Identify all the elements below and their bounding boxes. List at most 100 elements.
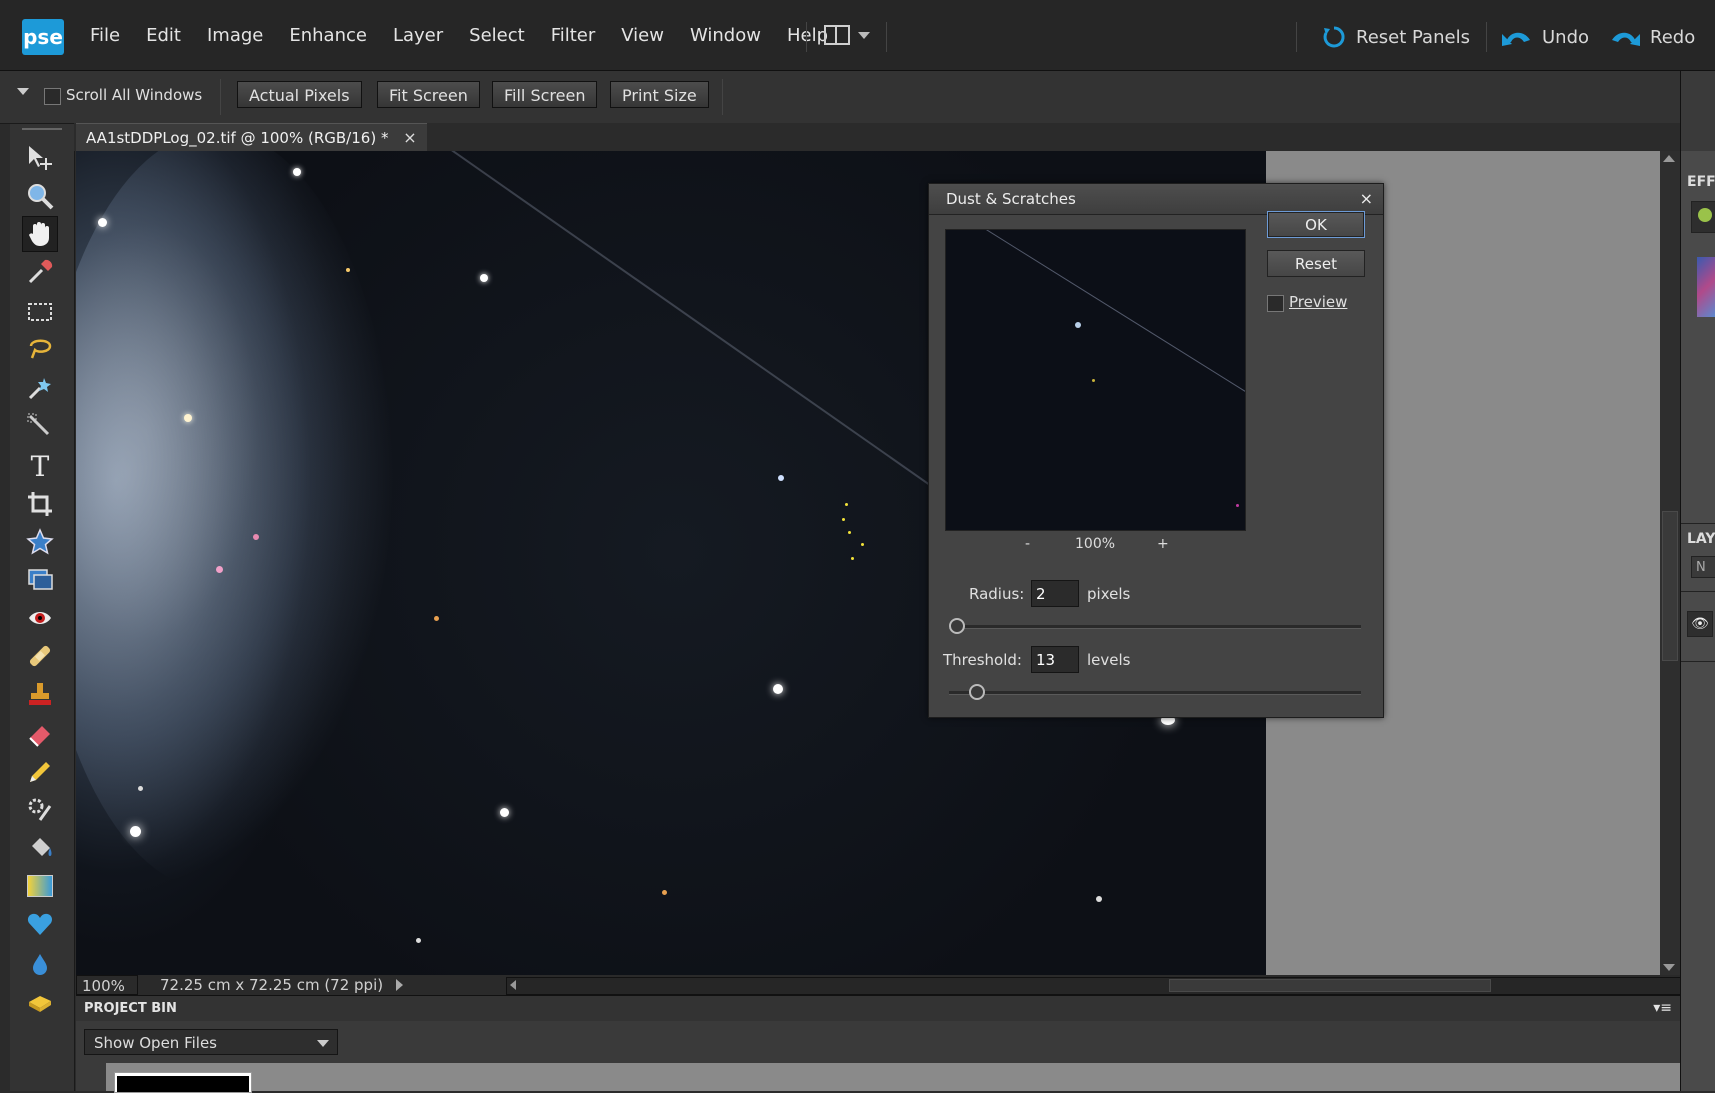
- radius-slider-knob[interactable]: [949, 618, 965, 634]
- undo-icon: [1502, 32, 1530, 46]
- eyedropper-tool-icon[interactable]: [22, 254, 58, 290]
- effect-preview-image[interactable]: [1697, 257, 1715, 317]
- menu-layer[interactable]: Layer: [393, 25, 443, 46]
- blur-tool-icon[interactable]: [22, 946, 58, 982]
- options-divider: [722, 79, 723, 115]
- blend-mode-dropdown[interactable]: N: [1691, 556, 1715, 578]
- redo-button[interactable]: Redo: [1610, 20, 1695, 54]
- threshold-slider[interactable]: [949, 684, 1361, 700]
- star: [778, 475, 784, 481]
- actual-pixels-button[interactable]: Actual Pixels: [237, 81, 362, 108]
- star: [848, 531, 851, 534]
- zoom-level-field[interactable]: 100%: [76, 975, 138, 995]
- filter-preview[interactable]: [945, 229, 1246, 531]
- menu-window[interactable]: Window: [690, 25, 761, 46]
- menu-enhance[interactable]: Enhance: [289, 25, 367, 46]
- document-tab[interactable]: AA1stDDPLog_02.tif @ 100% (RGB/16) * ×: [76, 123, 427, 151]
- star: [293, 168, 301, 176]
- custom-shape-tool-icon[interactable]: [22, 906, 58, 942]
- hand-tool-icon[interactable]: [22, 216, 58, 252]
- toolbox: T: [10, 124, 75, 1091]
- star: [480, 274, 488, 282]
- open-file-thumbnail[interactable]: [114, 1072, 252, 1093]
- layers-panel-tab[interactable]: LAY: [1687, 531, 1715, 547]
- vertical-scroll-thumb[interactable]: [1662, 511, 1678, 661]
- radius-slider[interactable]: [949, 618, 1361, 634]
- menu-image[interactable]: Image: [207, 25, 263, 46]
- paint-bucket-tool-icon[interactable]: [22, 830, 58, 866]
- threshold-label: Threshold:: [943, 651, 1022, 669]
- zoom-out-button[interactable]: -: [1025, 536, 1030, 552]
- fit-screen-button[interactable]: Fit Screen: [377, 81, 480, 108]
- toolbox-grip: [22, 128, 62, 130]
- menu-help[interactable]: Help: [787, 25, 828, 46]
- ok-button[interactable]: OK: [1267, 211, 1365, 238]
- clone-stamp-tool-icon[interactable]: [22, 676, 58, 712]
- healing-brush-tool-icon[interactable]: [22, 638, 58, 674]
- undo-button[interactable]: Undo: [1502, 20, 1589, 54]
- menu-edit[interactable]: Edit: [146, 25, 181, 46]
- threshold-input[interactable]: 13: [1031, 646, 1079, 673]
- crop-tool-icon[interactable]: [22, 486, 58, 522]
- chevron-down-icon[interactable]: [858, 32, 870, 39]
- star: [130, 826, 141, 837]
- pencil-tool-icon[interactable]: [22, 754, 58, 790]
- threshold-slider-knob[interactable]: [968, 684, 985, 700]
- fill-screen-button[interactable]: Fill Screen: [492, 81, 598, 108]
- lasso-tool-icon[interactable]: [22, 332, 58, 368]
- star: [662, 890, 667, 895]
- move-tool-icon[interactable]: [22, 140, 58, 176]
- smart-brush-tool-icon[interactable]: [22, 792, 58, 828]
- options-divider: [220, 79, 221, 115]
- horizontal-scrollbar[interactable]: [506, 977, 1715, 995]
- star: [346, 268, 350, 272]
- panel-menu-icon[interactable]: ▾≡: [1653, 1000, 1672, 1016]
- close-icon[interactable]: ×: [1360, 184, 1373, 214]
- zoom-tool-icon[interactable]: [22, 178, 58, 214]
- star: [416, 938, 421, 943]
- scroll-left-icon[interactable]: [510, 980, 516, 990]
- zoom-in-button[interactable]: +: [1157, 536, 1169, 552]
- options-collapse-icon[interactable]: [17, 88, 29, 95]
- star: [253, 534, 259, 540]
- effects-thumb[interactable]: [1691, 201, 1715, 233]
- panel-layout-icon[interactable]: [824, 25, 850, 45]
- menu-select[interactable]: Select: [469, 25, 525, 46]
- dialog-title: Dust & Scratches: [946, 190, 1076, 208]
- show-files-dropdown[interactable]: Show Open Files: [84, 1029, 338, 1055]
- star: [1096, 896, 1102, 902]
- menu-divider: [1296, 22, 1297, 52]
- sponge-tool-icon[interactable]: [22, 984, 58, 1020]
- marquee-tool-icon[interactable]: [22, 294, 58, 330]
- cookie-cutter-tool-icon[interactable]: [22, 524, 58, 560]
- radius-label: Radius:: [969, 585, 1025, 603]
- scroll-down-icon[interactable]: [1663, 964, 1675, 971]
- status-menu-arrow-icon[interactable]: [396, 979, 403, 991]
- eraser-tool-icon[interactable]: [22, 716, 58, 752]
- type-tool-icon[interactable]: T: [22, 448, 58, 484]
- straighten-tool-icon[interactable]: [22, 562, 58, 598]
- reset-panels-button[interactable]: Reset Panels: [1322, 20, 1470, 54]
- menu-filter[interactable]: Filter: [551, 25, 596, 46]
- panel-divider: [1681, 591, 1715, 592]
- eye-visibility-icon[interactable]: 👁: [1687, 611, 1713, 637]
- menu-file[interactable]: File: [90, 25, 120, 46]
- effects-panel-tab[interactable]: EFF: [1687, 174, 1715, 190]
- red-eye-tool-icon[interactable]: [22, 600, 58, 636]
- close-tab-icon[interactable]: ×: [403, 128, 416, 147]
- reset-button[interactable]: Reset: [1267, 250, 1365, 277]
- magic-wand-tool-icon[interactable]: [22, 370, 58, 406]
- gradient-tool-icon[interactable]: [22, 868, 58, 904]
- scroll-all-windows-checkbox[interactable]: [44, 88, 61, 105]
- document-size-label: 72.25 cm x 72.25 cm (72 ppi): [160, 976, 384, 994]
- vertical-scrollbar[interactable]: [1660, 151, 1680, 975]
- scroll-up-icon[interactable]: [1663, 155, 1675, 162]
- panel-top: [1681, 71, 1715, 151]
- selection-brush-tool-icon[interactable]: [22, 408, 58, 444]
- panel-divider: [1681, 523, 1715, 524]
- menu-view[interactable]: View: [621, 25, 664, 46]
- print-size-button[interactable]: Print Size: [610, 81, 709, 108]
- radius-input[interactable]: 2: [1031, 580, 1079, 607]
- preview-checkbox[interactable]: [1267, 295, 1284, 312]
- horizontal-scroll-thumb[interactable]: [1169, 979, 1491, 992]
